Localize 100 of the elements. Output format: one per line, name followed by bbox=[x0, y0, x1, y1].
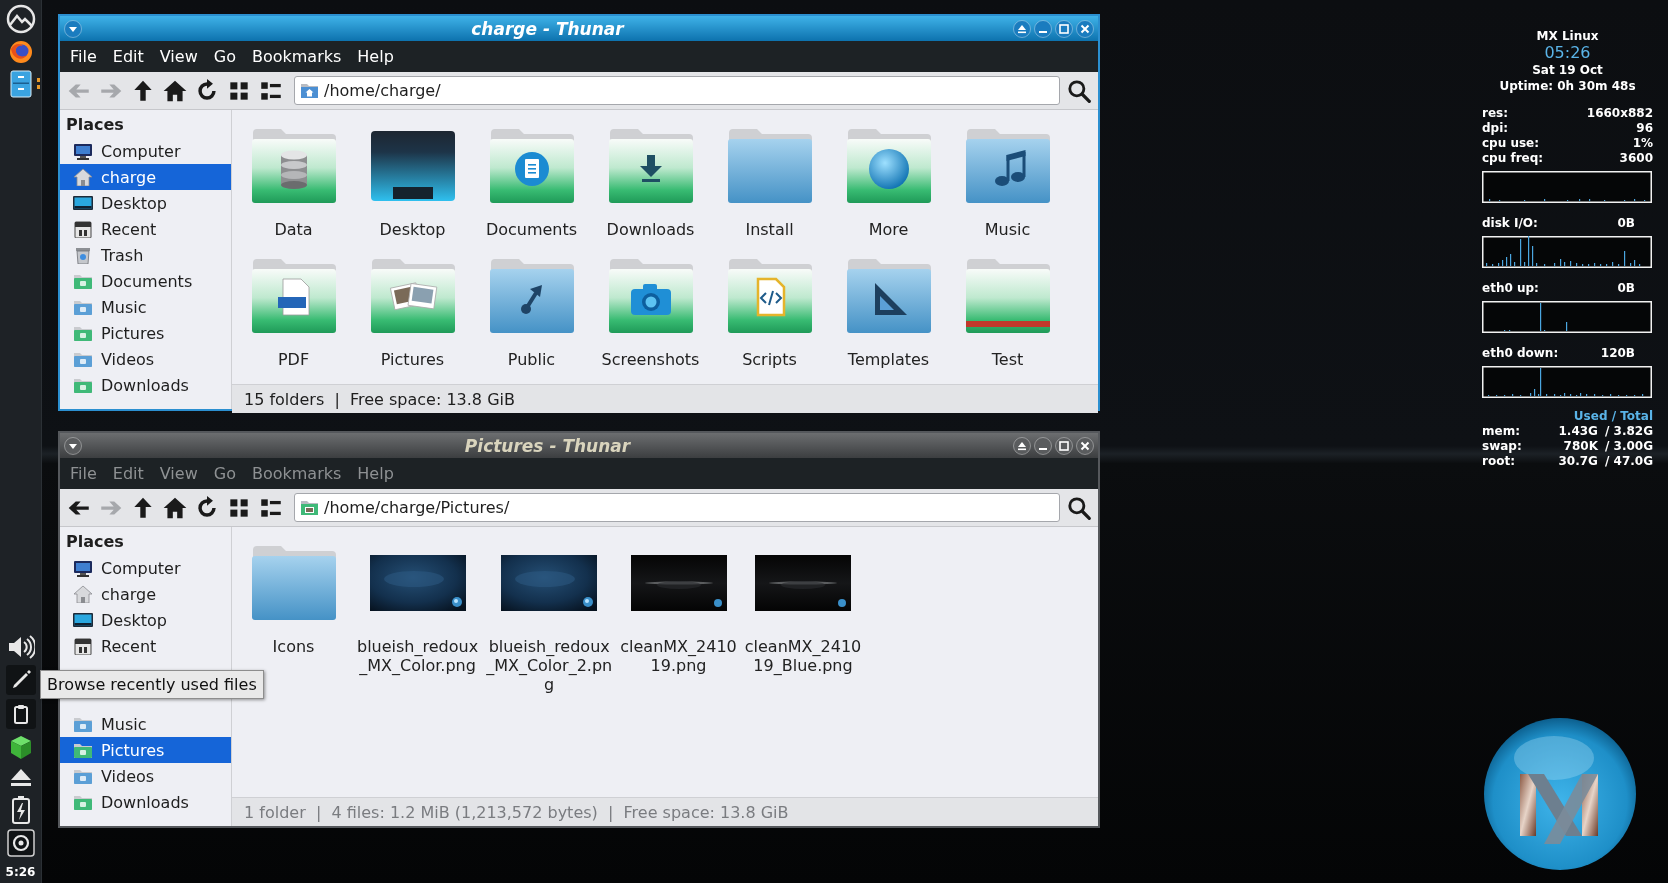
sidebar-item[interactable]: Downloads bbox=[60, 789, 231, 815]
clipboard-icon[interactable] bbox=[5, 699, 36, 729]
house-icon bbox=[73, 585, 93, 603]
minimize-button[interactable] bbox=[1034, 436, 1052, 455]
file-name: Screenshots bbox=[601, 350, 700, 369]
sidebar-item[interactable]: Computer bbox=[60, 138, 231, 164]
clock-time: 05:26 bbox=[1543, 44, 1592, 62]
sidebar-item[interactable]: Recent bbox=[60, 633, 231, 659]
mountain-logo-icon[interactable] bbox=[5, 4, 36, 34]
sidebar-item[interactable]: Pictures bbox=[60, 737, 231, 763]
file-name: Public bbox=[507, 350, 556, 369]
stat-value: 1660x882 bbox=[1586, 106, 1653, 121]
memory-used: 30.7G bbox=[1558, 454, 1598, 469]
menu-item[interactable]: Help bbox=[349, 47, 402, 66]
shade-button[interactable] bbox=[1013, 19, 1031, 38]
stat-label: cpu use: bbox=[1482, 136, 1540, 151]
tooltip: Browse recently used files bbox=[40, 670, 264, 699]
download-folder-icon bbox=[73, 793, 93, 811]
window-menu-button[interactable] bbox=[64, 19, 82, 38]
date-text: Sat 19 Oct bbox=[1531, 62, 1604, 78]
maximize-button[interactable] bbox=[1055, 19, 1073, 38]
sidebar-item[interactable]: Computer bbox=[60, 555, 231, 581]
sidebar-item[interactable]: Documents bbox=[60, 268, 231, 294]
shade-button[interactable] bbox=[1013, 436, 1031, 455]
sidebar-item[interactable]: Trash bbox=[60, 242, 231, 268]
file-name: Downloads bbox=[606, 220, 695, 239]
desktop-icon bbox=[73, 194, 93, 212]
graph-label: eth0 up: bbox=[1482, 281, 1539, 296]
window-title: charge - Thunar bbox=[470, 18, 626, 39]
running-indicator bbox=[36, 78, 40, 90]
sidebar-item[interactable]: Downloads bbox=[60, 372, 231, 398]
menu-item[interactable]: Edit bbox=[104, 464, 152, 483]
file-cabinet-icon[interactable] bbox=[9, 70, 32, 98]
file-name: cleanMX_2410 19.png bbox=[620, 637, 737, 675]
menu-item[interactable]: View bbox=[151, 464, 206, 483]
house-icon bbox=[73, 168, 93, 186]
minimize-button[interactable] bbox=[1034, 19, 1052, 38]
file-name: blueish_redoux _MX_Color_2.pn g bbox=[486, 637, 613, 694]
file-name: Documents bbox=[485, 220, 578, 239]
sidebar-item[interactable]: Pictures bbox=[60, 320, 231, 346]
status-text: 15 folders | Free space: 13.8 GiB bbox=[244, 389, 515, 409]
stat-value: 1% bbox=[1632, 136, 1653, 151]
file-name: Pictures bbox=[380, 350, 445, 369]
menu-item[interactable]: Bookmarks bbox=[243, 464, 350, 483]
sidebar-item[interactable]: Music bbox=[60, 711, 231, 737]
search-icon[interactable] bbox=[1066, 77, 1092, 104]
video-folder-icon bbox=[73, 350, 93, 368]
location-field[interactable]: /home/charge/ bbox=[294, 76, 1060, 105]
stat-label: cpu freq: bbox=[1482, 151, 1544, 166]
sidebar-item[interactable]: Recent bbox=[60, 216, 231, 242]
file-name: Templates bbox=[847, 350, 930, 369]
sidebar-item[interactable]: Videos bbox=[60, 763, 231, 789]
file-name: PDF bbox=[277, 350, 310, 369]
music-folder-icon bbox=[73, 298, 93, 316]
status-text: 1 folder | 4 files: 1.2 MiB (1,213,572 bytes) | Free space: 13.8 GiB bbox=[244, 802, 789, 822]
close-button[interactable] bbox=[1076, 436, 1094, 455]
trash-icon bbox=[73, 246, 93, 264]
window-menu-button[interactable] bbox=[64, 436, 82, 455]
sidebar-item[interactable]: charge bbox=[60, 581, 231, 607]
sidebar-item[interactable]: charge bbox=[60, 164, 231, 190]
graph-label: eth0 down: bbox=[1482, 346, 1559, 361]
pen-icon[interactable] bbox=[5, 665, 36, 695]
sidebar-item[interactable]: Music bbox=[60, 294, 231, 320]
menu-item[interactable]: Help bbox=[349, 464, 402, 483]
location-field[interactable]: /home/charge/Pictures/ bbox=[294, 493, 1060, 522]
download-folder-icon bbox=[73, 376, 93, 394]
monitor-icon bbox=[73, 559, 93, 577]
document-folder-icon bbox=[73, 272, 93, 290]
menu-item[interactable]: Edit bbox=[104, 47, 152, 66]
memory-label: mem: bbox=[1482, 424, 1521, 439]
sidebar-item[interactable]: Desktop bbox=[60, 607, 231, 633]
stat-label: dpi: bbox=[1482, 121, 1509, 136]
clock-time: 5:26 bbox=[5, 865, 36, 879]
power-icon[interactable] bbox=[6, 829, 35, 857]
picture-folder-icon bbox=[300, 499, 319, 516]
speaker-icon[interactable] bbox=[6, 633, 35, 661]
menu-item[interactable]: Bookmarks bbox=[243, 47, 350, 66]
memory-label: swap: bbox=[1482, 439, 1523, 454]
memory-total: / 47.0G bbox=[1604, 454, 1653, 469]
memory-label: root: bbox=[1482, 454, 1516, 469]
graph-value: 0B bbox=[1617, 281, 1635, 296]
menu-item[interactable]: File bbox=[62, 47, 105, 66]
file-name: Scripts bbox=[742, 350, 797, 369]
menu-item[interactable]: File bbox=[62, 464, 105, 483]
search-icon[interactable] bbox=[1066, 494, 1092, 521]
menu-item[interactable]: Go bbox=[205, 464, 244, 483]
file-name: Icons bbox=[272, 637, 315, 656]
sidebar-item[interactable]: Videos bbox=[60, 346, 231, 372]
browser-icon[interactable] bbox=[8, 40, 33, 64]
sidebar-item[interactable]: Desktop bbox=[60, 190, 231, 216]
maximize-button[interactable] bbox=[1055, 436, 1073, 455]
memory-header: Used / Total bbox=[1572, 409, 1653, 424]
memory-used: 1.43G bbox=[1558, 424, 1598, 439]
sphere-logo-icon bbox=[1482, 716, 1638, 872]
calendar-icon bbox=[73, 637, 93, 655]
file-name: Data bbox=[274, 220, 313, 239]
file-name: Desktop bbox=[379, 220, 446, 239]
menu-item[interactable]: View bbox=[151, 47, 206, 66]
close-button[interactable] bbox=[1076, 19, 1094, 38]
menu-item[interactable]: Go bbox=[205, 47, 244, 66]
